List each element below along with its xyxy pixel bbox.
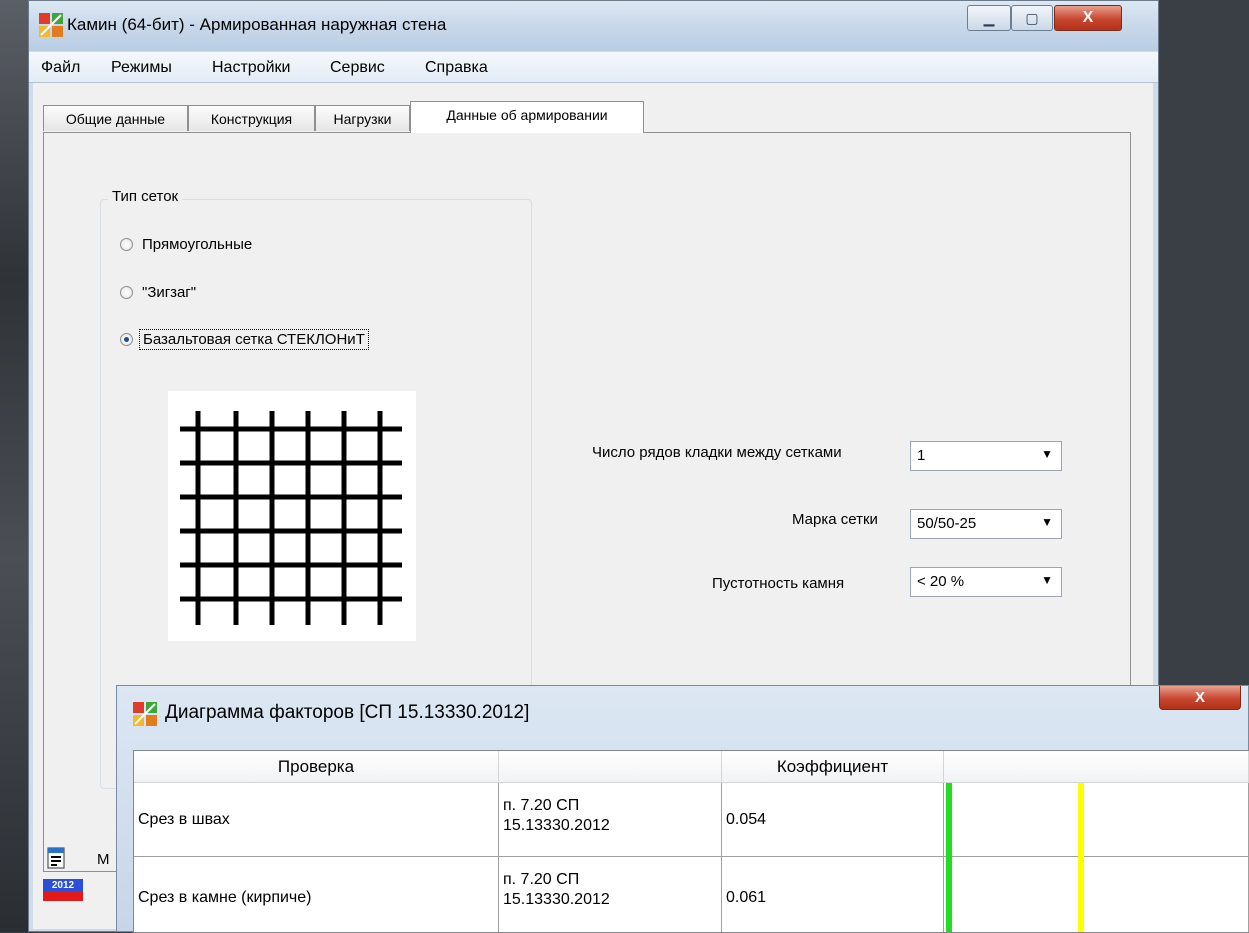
diagram-close-button[interactable]: X (1159, 686, 1241, 710)
reference-line-2: 15.13330.2012 (503, 817, 610, 834)
tab-general[interactable]: Общие данные (43, 105, 188, 131)
cell-reference: п. 7.20 СП 15.13330.2012 (499, 857, 722, 932)
dropdown-arrow-icon: ▼ (1041, 447, 1053, 461)
check-name: Срез в камне (кирпиче) (138, 889, 312, 906)
mesh-grade-label: Марка сетки (792, 511, 878, 528)
stone-voidness-combo[interactable]: < 20 % ▼ (910, 567, 1062, 597)
radio-label: Базальтовая сетка СТЕКЛОНиТ (139, 328, 369, 350)
column-header-check[interactable]: Проверка (134, 751, 499, 783)
rows-between-combo[interactable]: 1 ▼ (910, 441, 1062, 471)
norm-2012-badge[interactable]: 2012 (43, 879, 83, 901)
mesh-lines (180, 411, 402, 625)
dropdown-arrow-icon: ▼ (1041, 515, 1053, 529)
menu-file[interactable]: Файл (41, 59, 80, 77)
radio-button-selected[interactable] (120, 332, 133, 346)
coefficient-value: 0.061 (726, 889, 767, 906)
combo-value: 50/50-25 (917, 515, 977, 532)
window-title: Камин (64-бит) - Армированная наружная с… (67, 15, 447, 34)
cell-bar (944, 783, 1249, 857)
reference-line-2: 15.13330.2012 (503, 891, 610, 908)
radio-label: Прямоугольные (142, 235, 253, 253)
factor-diagram-window: Диаграмма факторов [СП 15.13330.2012] X … (116, 685, 1249, 933)
radio-rectangular[interactable]: Прямоугольные (120, 235, 255, 253)
reference-line-1: п. 7.20 СП (503, 871, 580, 888)
combo-value: < 20 % (917, 573, 965, 590)
close-button[interactable]: X (1054, 5, 1122, 31)
radio-basalt[interactable]: Базальтовая сетка СТЕКЛОНиТ (120, 328, 369, 350)
app-icon (39, 13, 63, 37)
cell-coefficient: 0.054 (722, 783, 944, 857)
menu-settings[interactable]: Настройки (212, 59, 290, 77)
radio-button[interactable] (120, 285, 133, 299)
reference-line-1: п. 7.20 СП (503, 797, 580, 814)
factor-table: Проверка Коэффициент Срез в швах п. 7.20… (133, 750, 1249, 933)
combo-value: 1 (917, 447, 926, 464)
mesh-grade-combo[interactable]: 50/50-25 ▼ (910, 509, 1062, 539)
status-partial-text: М (97, 851, 110, 868)
column-header-reference[interactable] (499, 751, 722, 783)
mesh-preview-image (168, 391, 416, 641)
radio-zigzag[interactable]: "Зигзаг" (120, 283, 199, 301)
report-icon[interactable] (47, 847, 67, 869)
rows-between-label: Число рядов кладки между сетками (592, 444, 842, 461)
cell-coefficient: 0.061 (722, 857, 944, 932)
maximize-button[interactable]: ▢ (1011, 5, 1053, 31)
menu-service[interactable]: Сервис (330, 59, 385, 77)
menu-help[interactable]: Справка (425, 59, 488, 77)
tab-loads[interactable]: Нагрузки (315, 105, 410, 131)
diagram-title: Диаграмма факторов [СП 15.13330.2012] (165, 702, 530, 723)
desktop-background (0, 0, 30, 932)
yellow-limit-bar (1078, 783, 1084, 932)
app-icon (133, 702, 157, 726)
menu-bar: Файл Режимы Настройки Сервис Справка (29, 52, 1158, 83)
radio-button[interactable] (120, 237, 133, 251)
cell-bar (944, 857, 1249, 932)
tab-reinforcement[interactable]: Данные об армировании (410, 101, 644, 133)
cell-check: Срез в камне (кирпиче) (134, 857, 499, 932)
minimize-button[interactable]: ▁ (967, 5, 1011, 31)
title-bar[interactable]: Камин (64-бит) - Армированная наружная с… (29, 1, 1158, 51)
dropdown-arrow-icon: ▼ (1041, 573, 1053, 587)
check-name: Срез в швах (138, 811, 230, 828)
column-header-bar[interactable] (944, 751, 1249, 783)
menu-modes[interactable]: Режимы (111, 59, 172, 77)
radio-label: "Зигзаг" (142, 283, 197, 301)
cell-reference: п. 7.20 СП 15.13330.2012 (499, 783, 722, 857)
mesh-type-title: Тип сеток (108, 188, 183, 205)
tab-construction[interactable]: Конструкция (188, 105, 315, 131)
stone-voidness-label: Пустотность камня (712, 575, 845, 592)
cell-check: Срез в швах (134, 783, 499, 857)
green-limit-bar (946, 783, 952, 932)
coefficient-value: 0.054 (726, 811, 767, 828)
column-header-coefficient[interactable]: Коэффициент (722, 751, 944, 783)
